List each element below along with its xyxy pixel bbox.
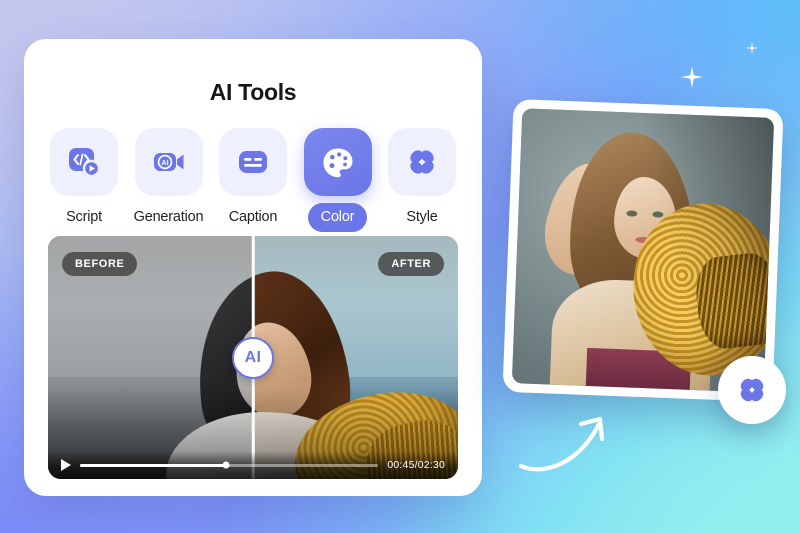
tool-item-color[interactable]: Color <box>302 128 374 232</box>
svg-text:AI: AI <box>161 158 168 167</box>
after-badge: AFTER <box>378 252 444 276</box>
curved-arrow-up-right <box>505 402 635 478</box>
tool-item-style[interactable]: Style <box>386 128 458 232</box>
tool-tile-generation[interactable]: AI <box>134 128 203 196</box>
portrait-shadow <box>511 108 775 393</box>
tool-label-style: Style <box>406 209 438 225</box>
ai-tools-panel: AI Tools Script AI Generation Caption Co… <box>24 39 482 496</box>
video-progress-knob[interactable] <box>222 461 230 469</box>
tool-tile-script[interactable] <box>50 128 118 196</box>
video-progress-fill <box>80 463 227 467</box>
clover-flower-icon <box>410 150 434 174</box>
play-icon[interactable] <box>61 459 71 471</box>
tool-label-generation: Generation <box>133 209 204 225</box>
tools-row: Script AI Generation Caption Color Style <box>24 128 482 232</box>
ai-video-camera-icon: AI <box>153 153 183 171</box>
tool-label-color[interactable]: Color <box>307 203 368 232</box>
before-after-video-player[interactable]: AI BEFORE AFTER 00:45/02:30 <box>48 236 458 479</box>
tool-label-script: Script <box>66 209 102 225</box>
tool-tile-caption[interactable] <box>219 128 287 196</box>
before-badge: BEFORE <box>62 252 138 276</box>
page-title: AI Tools <box>209 79 297 105</box>
video-progress-bar[interactable] <box>80 461 379 469</box>
tool-tile-style[interactable] <box>388 128 456 196</box>
video-controls-bar: 00:45/02:30 <box>48 451 458 479</box>
tool-item-generation[interactable]: AI Generation <box>133 128 205 232</box>
tool-label-caption: Caption <box>228 209 278 225</box>
subtitle-icon <box>239 151 267 173</box>
tool-item-caption[interactable]: Caption <box>217 128 289 232</box>
style-floating-button[interactable] <box>718 356 786 424</box>
color-palette-icon <box>323 148 352 178</box>
tool-item-script[interactable]: Script <box>48 128 120 232</box>
code-play-icon <box>69 148 101 178</box>
tool-tile-color[interactable] <box>303 128 372 196</box>
ai-generated-portrait <box>511 108 775 393</box>
comparison-slider-handle[interactable]: AI <box>232 336 274 379</box>
clover-flower-icon <box>740 378 764 402</box>
video-timestamp: 00:45/02:30 <box>387 459 445 471</box>
